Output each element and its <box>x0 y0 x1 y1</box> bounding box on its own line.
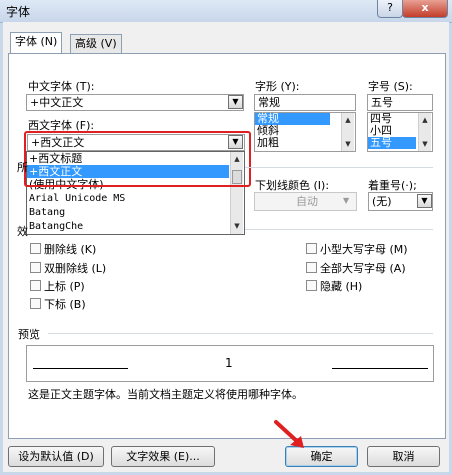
chinese-font-label: 中文字体 (T): <box>28 80 95 93</box>
chinese-font-value: +中文正文 <box>30 96 84 109</box>
superscript-checkbox[interactable] <box>30 280 41 291</box>
list-item[interactable]: 五号 <box>368 137 416 149</box>
style-scrollbar[interactable]: ▲ ▼ <box>341 113 354 151</box>
text-effects-button[interactable]: 文字效果 (E)... <box>111 446 215 467</box>
underline-color-select[interactable]: 自动 <box>254 192 357 211</box>
chinese-font-select[interactable]: +中文正文 <box>26 94 244 111</box>
scroll-up-icon[interactable]: ▲ <box>419 114 431 126</box>
preview-note: 这是正文主题字体。当前文档主题定义将使用哪种字体。 <box>28 388 303 401</box>
size-scrollbar[interactable]: ▲ ▼ <box>418 113 431 151</box>
scroll-down-icon[interactable]: ▼ <box>231 220 243 232</box>
strikethrough-label: 删除线 (K) <box>44 243 97 256</box>
strikethrough-checkbox[interactable] <box>30 243 41 254</box>
double-strikethrough-label: 双删除线 (L) <box>44 262 107 275</box>
tab-font[interactable]: 字体 (N) <box>10 32 63 54</box>
tab-advanced[interactable]: 高级 (V) <box>70 34 122 54</box>
style-list[interactable]: 常规 倾斜 加粗 ▲ ▼ <box>254 112 356 152</box>
scroll-up-icon[interactable]: ▲ <box>342 114 354 126</box>
preview-baseline-left <box>33 368 128 369</box>
small-caps-label: 小型大写字母 (M) <box>320 243 408 256</box>
all-caps-label: 全部大写字母 (A) <box>320 262 406 275</box>
section-divider <box>245 229 433 230</box>
scroll-down-icon[interactable]: ▼ <box>419 138 431 150</box>
dropdown-option[interactable]: Arial Unicode MS <box>27 192 244 206</box>
chevron-down-icon[interactable]: ▼ <box>228 95 243 109</box>
superscript-label: 上标 (P) <box>44 280 85 293</box>
all-text-section-label: 所 <box>17 161 28 174</box>
chevron-down-icon[interactable]: ▼ <box>417 194 432 208</box>
set-default-button[interactable]: 设为默认值 (D) <box>8 446 104 467</box>
effects-section-label: 效 <box>17 225 28 238</box>
double-strikethrough-checkbox[interactable] <box>30 262 41 273</box>
size-input[interactable]: 五号 <box>367 94 433 111</box>
section-divider <box>48 333 433 334</box>
small-caps-checkbox[interactable] <box>306 243 317 254</box>
subscript-checkbox[interactable] <box>30 298 41 309</box>
window-title: 字体 <box>6 5 31 19</box>
dropdown-option[interactable]: Batang <box>27 206 244 220</box>
annotation-arrow-icon <box>274 420 304 448</box>
all-caps-checkbox[interactable] <box>306 262 317 273</box>
subscript-label: 下标 (B) <box>44 298 86 311</box>
underline-color-value: 自动 <box>296 195 318 208</box>
size-value: 五号 <box>371 96 393 109</box>
emphasis-label: 着重号(·); <box>368 179 417 192</box>
section-divider <box>245 167 433 168</box>
preview-label: 预览 <box>18 328 40 341</box>
cancel-button[interactable]: 取消 <box>367 446 440 467</box>
close-button[interactable]: x <box>402 0 448 18</box>
help-button[interactable]: ? <box>377 0 403 18</box>
preview-box: 1 <box>26 345 434 382</box>
emphasis-value: (无) <box>372 195 392 208</box>
chevron-down-icon: ▼ <box>343 196 350 205</box>
underline-color-label: 下划线颜色 (I): <box>255 179 330 192</box>
scroll-down-icon[interactable]: ▼ <box>342 138 354 150</box>
preview-baseline-right <box>332 368 428 369</box>
dropdown-option[interactable]: BatangChe <box>27 220 244 234</box>
style-label: 字形 (Y): <box>255 80 300 93</box>
hidden-label: 隐藏 (H) <box>320 280 363 293</box>
preview-text: 1 <box>225 356 233 370</box>
title-bar: 字体 ? x <box>0 0 452 23</box>
hidden-checkbox[interactable] <box>306 280 317 291</box>
annotation-highlight <box>24 131 251 187</box>
list-item[interactable]: 加粗 <box>255 137 355 149</box>
size-label: 字号 (S): <box>368 80 413 93</box>
style-input[interactable]: 常规 <box>254 94 356 111</box>
style-value: 常规 <box>258 96 280 109</box>
size-list[interactable]: 四号 小四 五号 ▲ ▼ <box>367 112 433 152</box>
